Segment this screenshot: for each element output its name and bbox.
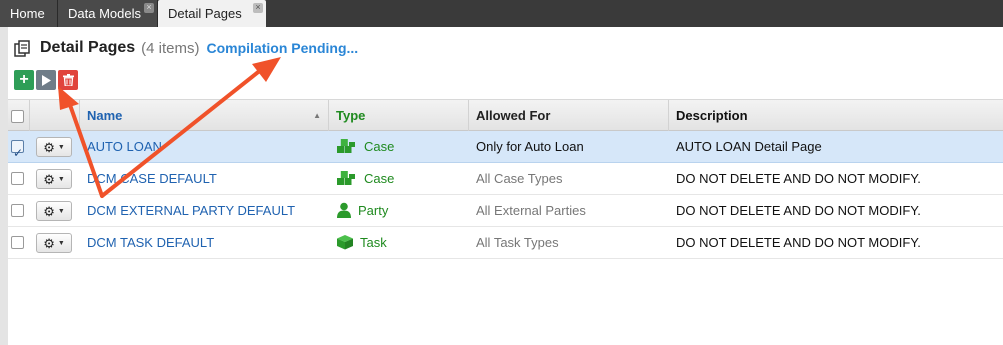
cubes-icon <box>337 171 355 186</box>
row-actions-cell: ⚙ ▼ <box>30 227 80 258</box>
row-actions-button[interactable]: ⚙ ▼ <box>36 137 72 157</box>
row-checkbox[interactable] <box>11 138 24 162</box>
row-checkbox-cell <box>8 131 30 162</box>
column-header-description-label: Description <box>676 108 748 123</box>
add-button[interactable]: + <box>14 70 34 90</box>
chevron-down-icon: ▼ <box>57 143 65 151</box>
chevron-down-icon: ▼ <box>57 175 65 183</box>
sort-asc-icon: ▲ <box>313 111 321 120</box>
row-actions-button[interactable]: ⚙ ▼ <box>36 201 72 221</box>
row-allowed-for: All Case Types <box>476 171 563 186</box>
chevron-down-icon: ▼ <box>57 207 65 215</box>
run-button[interactable] <box>36 70 56 90</box>
row-type: Party <box>329 195 469 226</box>
table-header: Name ▲ Type Allowed For Description <box>8 99 1003 131</box>
gear-icon: ⚙ <box>43 235 55 251</box>
column-header-allowed-for[interactable]: Allowed For <box>469 100 669 131</box>
row-description: AUTO LOAN Detail Page <box>676 139 822 154</box>
row-type: Task <box>329 227 469 258</box>
compilation-status-link[interactable]: Compilation Pending... <box>207 40 359 56</box>
row-actions-cell: ⚙ ▼ <box>30 163 80 194</box>
tab-data-models-label: Data Models <box>68 6 141 21</box>
toolbar: + <box>14 70 78 90</box>
column-header-type[interactable]: Type <box>329 100 469 131</box>
chevron-down-icon: ▼ <box>57 239 65 247</box>
gear-icon: ⚙ <box>43 171 55 187</box>
delete-button[interactable] <box>58 70 78 90</box>
row-type: Case <box>329 163 469 194</box>
row-name-link[interactable]: DCM EXTERNAL PARTY DEFAULT <box>80 195 329 226</box>
tab-detail-pages[interactable]: Detail Pages × <box>158 0 266 27</box>
table-row[interactable]: ⚙ ▼ DCM TASK DEFAULT Task All Task Types … <box>8 227 1003 259</box>
row-type-label: Case <box>364 139 395 154</box>
table-row[interactable]: ⚙ ▼ DCM EXTERNAL PARTY DEFAULT Party All … <box>8 195 1003 227</box>
tab-detail-pages-label: Detail Pages <box>168 6 242 21</box>
row-name-link[interactable]: DCM TASK DEFAULT <box>80 227 329 258</box>
row-description: DO NOT DELETE AND DO NOT MODIFY. <box>676 203 921 218</box>
actions-header <box>30 100 80 131</box>
row-allowed-for: Only for Auto Loan <box>476 139 584 154</box>
row-description: DO NOT DELETE AND DO NOT MODIFY. <box>676 235 921 250</box>
row-name-link[interactable]: AUTO LOAN <box>80 131 329 162</box>
row-checkbox-cell <box>8 163 30 194</box>
row-allowed-for: All Task Types <box>476 235 559 250</box>
table-row[interactable]: ⚙ ▼ DCM CASE DEFAULT Case All Case Types … <box>8 163 1003 195</box>
row-checkbox[interactable] <box>11 172 24 185</box>
row-description: DO NOT DELETE AND DO NOT MODIFY. <box>676 171 921 186</box>
page-title: Detail Pages <box>40 39 136 56</box>
tab-home-label: Home <box>10 6 45 21</box>
plus-icon: + <box>19 71 29 88</box>
close-icon[interactable]: × <box>144 3 154 13</box>
row-checkbox[interactable] <box>11 236 24 249</box>
person-icon <box>337 202 351 219</box>
gear-icon: ⚙ <box>43 203 55 219</box>
column-header-description[interactable]: Description <box>669 100 1003 131</box>
select-all-cell <box>8 100 30 131</box>
trash-icon <box>62 74 74 86</box>
row-type-label: Case <box>364 171 395 186</box>
row-actions-cell: ⚙ ▼ <box>30 195 80 226</box>
select-all-checkbox[interactable] <box>11 110 24 123</box>
page-header: Detail Pages (4 items) Compilation Pendi… <box>14 37 358 59</box>
column-header-name-label: Name <box>87 108 123 123</box>
table-row[interactable]: ⚙▼ AUTO LOAN Case Only for Auto Loan AUT… <box>8 131 1003 163</box>
row-type: Case <box>329 131 469 162</box>
row-type-label: Task <box>360 235 387 250</box>
gear-icon: ⚙ <box>43 139 55 155</box>
cube-icon <box>337 235 353 250</box>
row-type-label: Party <box>358 203 389 218</box>
item-count: (4 items) <box>141 39 200 57</box>
column-header-allowed-label: Allowed For <box>476 108 551 123</box>
left-rail <box>0 27 8 345</box>
row-allowed-for: All External Parties <box>476 203 586 218</box>
row-actions-button[interactable]: ⚙ ▼ <box>36 233 72 253</box>
detail-pages-table: Name ▲ Type Allowed For Description ⚙▼ A… <box>8 99 1003 259</box>
row-checkbox-cell <box>8 227 30 258</box>
cubes-icon <box>337 139 355 154</box>
row-name-link[interactable]: DCM CASE DEFAULT <box>80 163 329 194</box>
column-header-type-label: Type <box>336 108 366 123</box>
row-checkbox-cell <box>8 195 30 226</box>
row-actions-button[interactable]: ⚙ ▼ <box>36 169 72 189</box>
tab-data-models[interactable]: Data Models × <box>58 0 158 27</box>
tab-home[interactable]: Home <box>0 0 58 27</box>
row-actions-cell: ⚙ ▼ <box>30 131 80 162</box>
pages-icon <box>14 39 30 57</box>
play-icon <box>42 74 51 86</box>
close-icon[interactable]: × <box>253 3 263 13</box>
main-panel: Detail Pages (4 items) Compilation Pendi… <box>0 27 1003 345</box>
column-header-name[interactable]: Name ▲ <box>80 100 329 131</box>
row-checkbox[interactable] <box>11 204 24 217</box>
tab-bar: Home Data Models × Detail Pages × <box>0 0 1003 27</box>
